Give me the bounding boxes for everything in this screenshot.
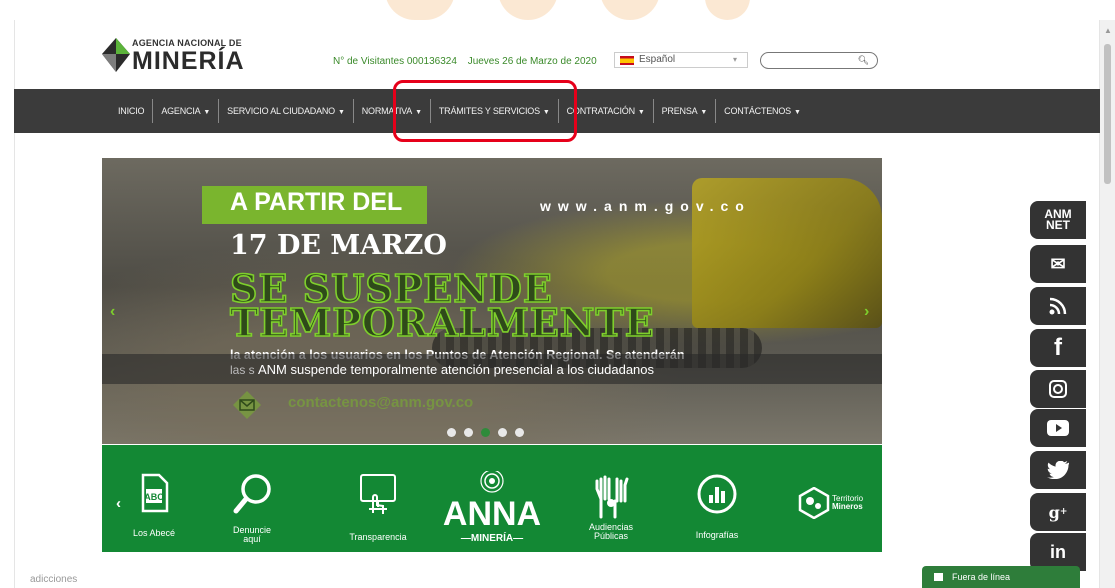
chart-circle-icon <box>697 474 737 514</box>
service-anna-mineria[interactable]: ANNA —MINERÍA— <box>432 445 552 552</box>
hero-headline-2: TEMPORALMENTE <box>229 299 655 346</box>
current-date: Jueves 26 de Marzo de 2020 <box>467 56 597 67</box>
chevron-down-icon: ▼ <box>637 109 645 116</box>
slider-prev-icon[interactable]: ‹ <box>110 303 115 321</box>
hero-partial-text: las s <box>230 363 255 377</box>
service-transparencia[interactable]: Transparencia <box>338 445 418 552</box>
nav-item-agencia[interactable]: AGENCIA ▼ <box>153 99 220 123</box>
decorative-shape <box>498 0 558 20</box>
nav-item-label: AGENCIA <box>161 106 201 116</box>
nav-item-contáctenos[interactable]: CONTÁCTENOS ▼ <box>716 99 809 123</box>
hero-url: www.anm.gov.co <box>540 198 751 214</box>
envelope-icon <box>233 391 261 419</box>
googleplus-icon[interactable]: g + <box>1030 493 1086 531</box>
chevron-down-icon: ▾ <box>732 55 737 64</box>
logo-mineria-text: MINERÍA <box>132 47 245 75</box>
chat-tab[interactable]: Fuera de línea <box>922 566 1080 588</box>
site-logo[interactable]: AGENCIA NACIONAL DE MINERÍA <box>102 36 272 76</box>
service-infografias[interactable]: Infografías <box>682 445 752 552</box>
slide-caption[interactable]: ANM suspende temporalmente atención pres… <box>258 362 654 377</box>
service-label: Audiencias Públicas <box>588 522 634 541</box>
search-input[interactable] <box>769 56 859 71</box>
abc-document-icon: ABC <box>141 473 169 513</box>
touch-screen-icon <box>360 474 396 514</box>
services-prev-icon[interactable]: ‹ <box>116 495 121 512</box>
scroll-up-icon[interactable]: ▲ <box>1104 26 1112 35</box>
nav-item-inicio[interactable]: INICIO <box>110 99 154 123</box>
rss-icon[interactable] <box>1030 287 1086 325</box>
svg-text:ANNA: ANNA <box>443 495 541 533</box>
hero-slider[interactable]: A PARTIR DEL www.anm.gov.co 17 DE MARZO … <box>102 158 882 444</box>
service-los-abece[interactable]: ABC Los Abecé <box>124 445 184 552</box>
slider-dot[interactable] <box>498 428 507 437</box>
magnifier-icon <box>233 474 271 514</box>
service-label: Infografías <box>695 530 739 540</box>
twitter-icon[interactable] <box>1030 451 1086 489</box>
facebook-icon[interactable]: f <box>1030 329 1086 367</box>
search-box[interactable]: 🔍︎ <box>760 52 878 71</box>
territorio-logo-icon <box>798 487 830 519</box>
chevron-down-icon: ▼ <box>203 109 211 116</box>
scrollbar[interactable]: ▲ <box>1100 20 1115 588</box>
nav-item-servicio-al-ciudadano[interactable]: SERVICIO AL CIUDADANO ▼ <box>219 99 354 123</box>
chat-status: Fuera de línea <box>952 572 1011 582</box>
slider-next-icon[interactable]: › <box>864 303 869 321</box>
anna-logo-icon: ANNA —MINERÍA— <box>443 471 541 544</box>
mail-icon[interactable]: ✉ <box>1030 245 1086 283</box>
service-label: Transparencia <box>349 532 407 542</box>
raised-hands-icon <box>595 475 629 519</box>
nav-item-label: PRENSA <box>661 106 698 116</box>
search-icon[interactable]: 🔍︎ <box>858 55 869 66</box>
decorative-shape <box>385 0 455 20</box>
chevron-down-icon: ▼ <box>793 109 801 116</box>
hero-date: 17 DE MARZO <box>230 230 447 261</box>
chat-icon <box>934 573 943 581</box>
slider-dot[interactable] <box>481 428 490 437</box>
slider-pagination <box>447 428 524 437</box>
service-label: Denuncie aquí <box>232 525 272 544</box>
slider-dot[interactable] <box>464 428 473 437</box>
slider-dot[interactable] <box>515 428 524 437</box>
spain-flag-icon <box>620 56 634 65</box>
diamond-logo-icon <box>102 38 130 72</box>
services-band: ‹ ABC Los Abecé Denuncie aquí Transparenc… <box>102 445 882 552</box>
hero-tab-text: A PARTIR DEL <box>230 188 403 216</box>
hero-contact-email: contactenos@anm.gov.co <box>288 394 474 411</box>
service-territorio[interactable]: Territorio Mineros <box>776 445 876 552</box>
service-denuncie[interactable]: Denuncie aquí <box>222 445 282 552</box>
nav-item-label: CONTÁCTENOS <box>724 106 791 116</box>
territorio-label: Territorio Mineros <box>832 494 864 511</box>
nav-item-prensa[interactable]: PRENSA ▼ <box>654 99 717 123</box>
chevron-down-icon: ▼ <box>700 109 708 116</box>
chevron-down-icon: ▼ <box>338 109 345 116</box>
decorative-shape <box>705 0 750 20</box>
nav-item-label: SERVICIO AL CIUDADANO <box>227 106 335 116</box>
decorative-shape <box>600 0 660 20</box>
anm-net-icon[interactable]: ANM NET <box>1030 201 1086 239</box>
svg-text:—MINERÍA—: —MINERÍA— <box>461 531 523 544</box>
footer-text: adicciones <box>30 574 78 585</box>
service-label: Los Abecé <box>132 528 176 538</box>
visitor-info: N° de Visitantes 000136324 Jueves 26 de … <box>333 56 605 67</box>
language-select[interactable]: Español ▾ <box>614 52 748 68</box>
svg-text:ABC: ABC <box>144 492 164 502</box>
nav-item-label: INICIO <box>118 106 145 116</box>
instagram-icon[interactable] <box>1030 370 1086 408</box>
youtube-icon[interactable] <box>1030 409 1086 447</box>
language-value: Español <box>639 54 676 65</box>
highlight-box <box>393 80 577 142</box>
slider-dot[interactable] <box>447 428 456 437</box>
scrollbar-thumb[interactable] <box>1104 44 1111 184</box>
service-audiencias[interactable]: Audiencias Públicas <box>576 445 646 552</box>
visitor-count: N° de Visitantes 000136324 <box>333 56 457 67</box>
